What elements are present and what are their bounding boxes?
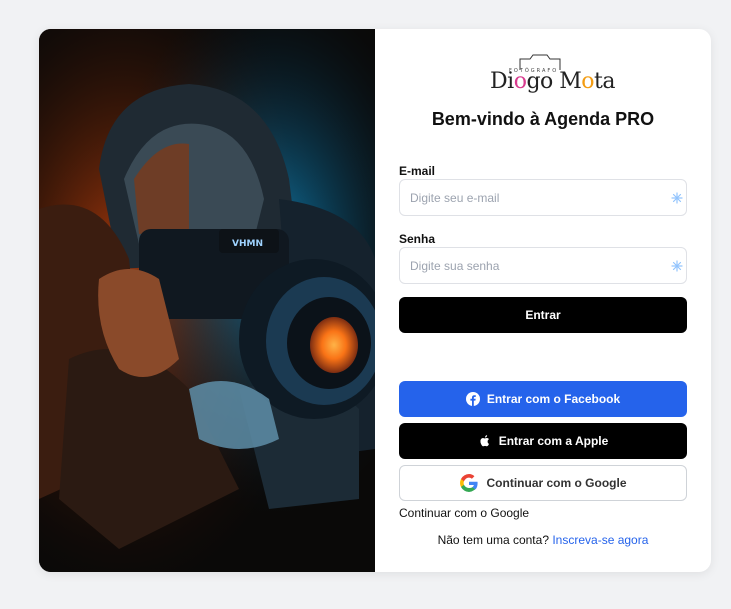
login-button-label: Entrar [525,308,561,322]
svg-text:VHMN: VHMN [232,239,263,249]
google-icon [459,474,478,492]
apple-icon [480,435,489,447]
signup-link[interactable]: Inscreva-se agora [552,533,648,547]
google-login-button[interactable]: Continuar com o Google [399,465,687,501]
signup-prompt: Não tem uma conta? Inscreva-se agora [375,533,711,547]
password-field[interactable] [399,247,687,284]
brand-logo: FOTÓGRAFO Diogo Mota [487,51,616,99]
facebook-icon [465,392,480,406]
password-label: Senha [399,232,436,246]
sparkle-icon [671,192,683,204]
sparkle-icon [671,260,683,272]
email-field[interactable] [399,179,687,216]
facebook-login-button[interactable]: Entrar com o Facebook [399,381,687,417]
email-label: E-mail [399,164,436,178]
facebook-login-label: Entrar com o Facebook [486,392,621,406]
apple-login-label: Entrar com a Apple [498,434,609,448]
photographer-image: VHMN [39,29,375,572]
google-login-label: Continuar com o Google [486,476,627,490]
login-button[interactable]: Entrar [399,297,687,333]
apple-login-button[interactable]: Entrar com a Apple [399,423,687,459]
google-text-link[interactable]: Continuar com o Google [399,506,529,520]
page-title: Bem-vindo à Agenda PRO [431,109,655,129]
logo-name: Diogo Mota [490,69,616,94]
login-card: VHMN FOTÓGRAFO Diogo Mota Bem-vindo à Ag… [39,29,711,572]
signup-question: Não tem uma conta? [437,533,549,547]
login-form-panel: FOTÓGRAFO Diogo Mota Bem-vindo à Agenda … [375,29,711,572]
